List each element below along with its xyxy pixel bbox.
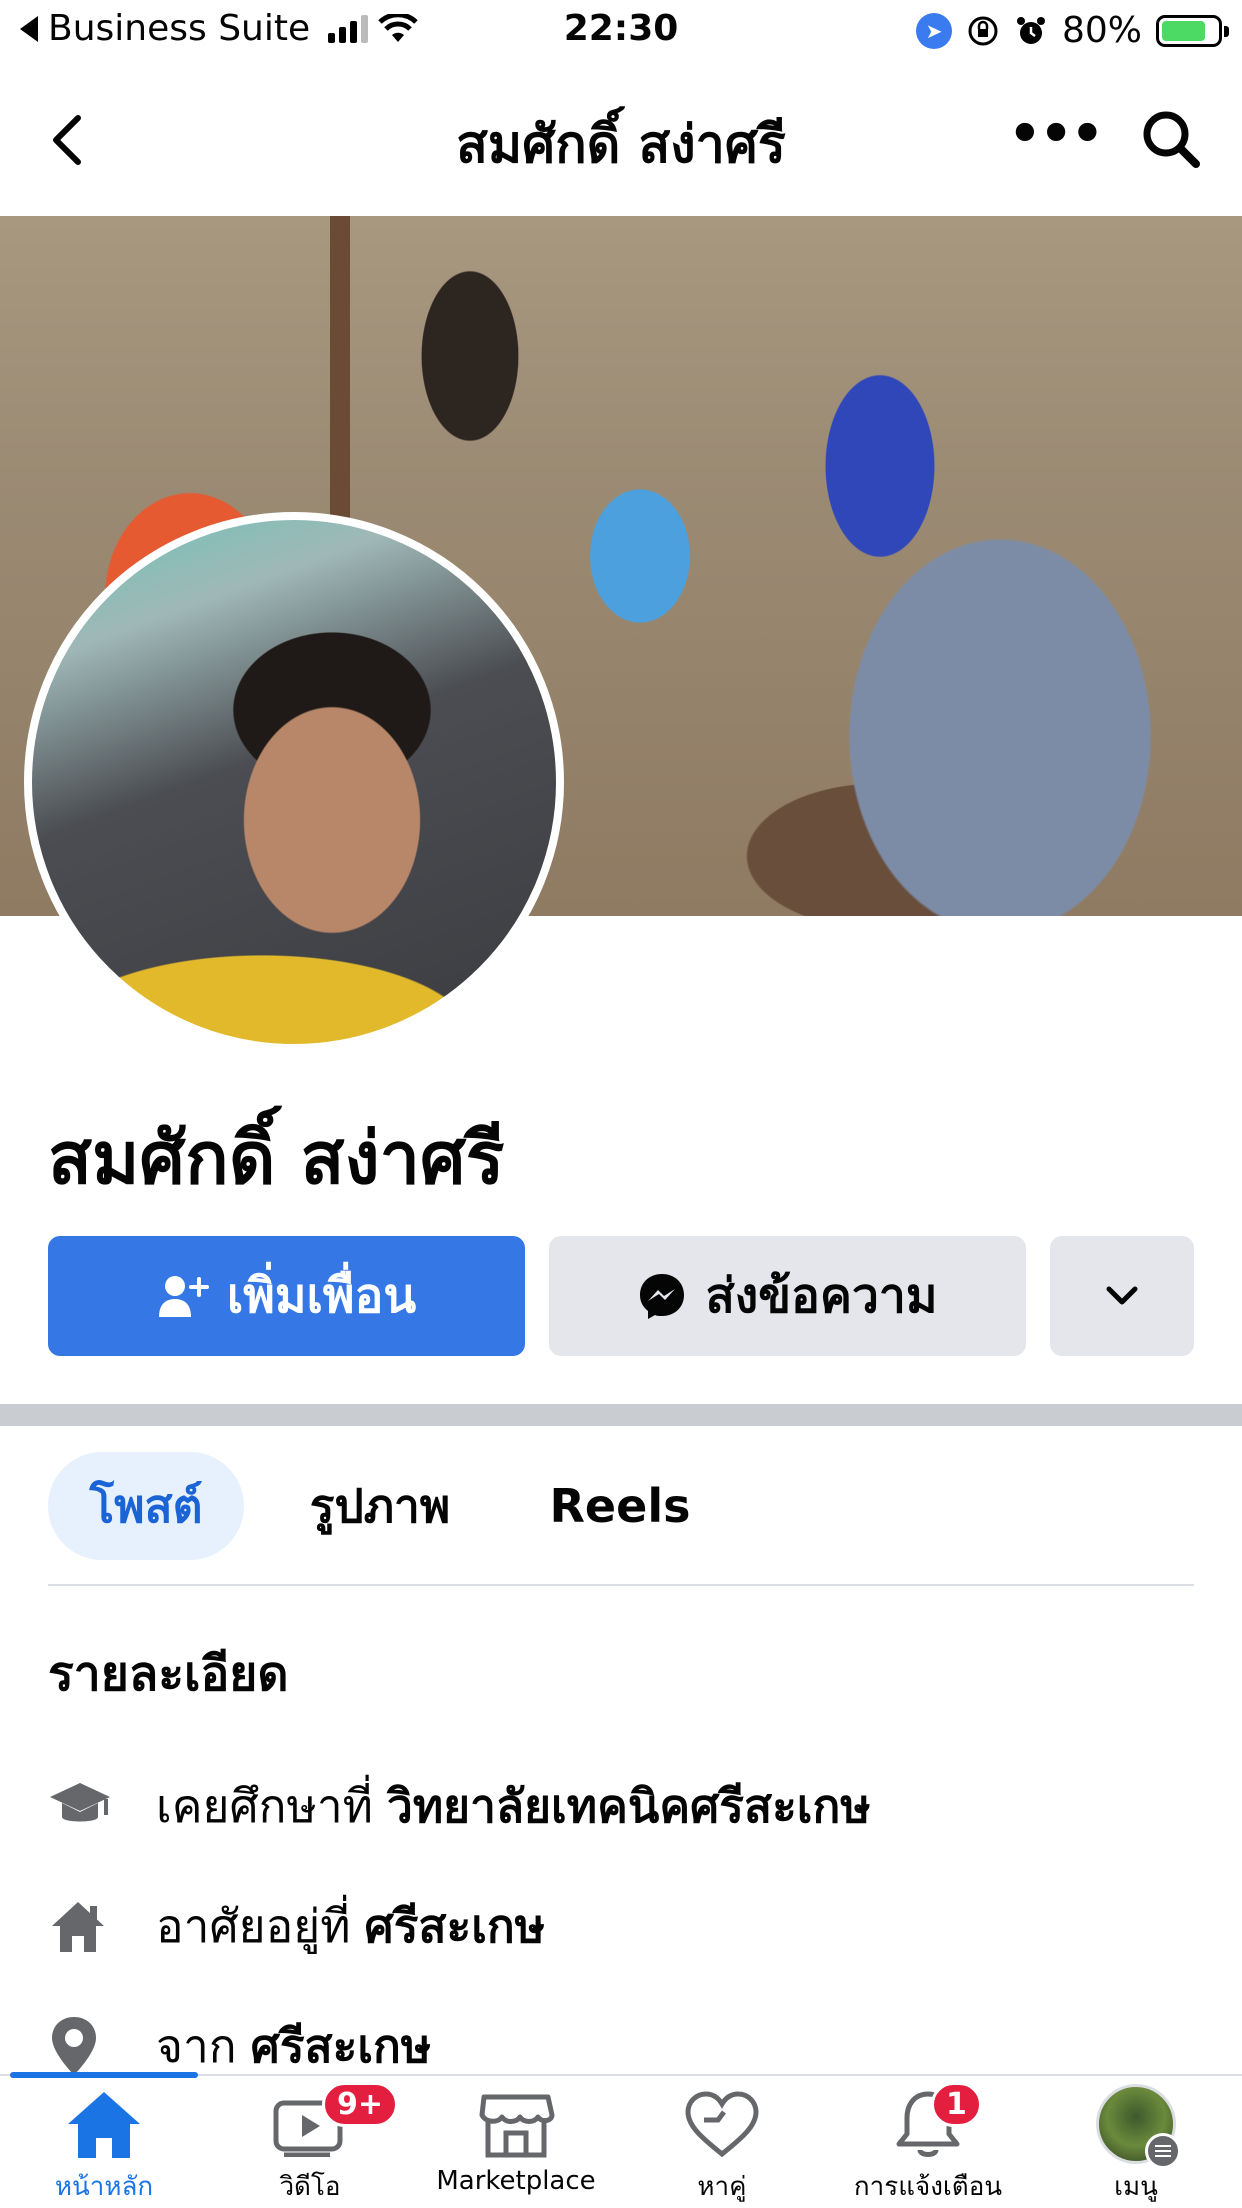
location-icon: ➤ [915,12,952,49]
active-tab-indicator [10,2072,198,2078]
lives-prefix: อาศัยอยู่ที่ [156,1898,351,1953]
tab-notifications-label: การแจ้งเตือน [853,2172,1003,2202]
tab-video[interactable]: 9+ วิดีโอ [210,2082,410,2208]
profile-picture[interactable] [24,512,564,1052]
tab-dating-label: หาคู่ [697,2172,747,2202]
tab-menu-label: เมนู [1114,2172,1158,2202]
notifications-badge: 1 [931,2082,982,2127]
graduation-cap-icon [48,1779,128,1833]
tab-dating[interactable]: หาคู่ [622,2084,822,2208]
nav-bar: สมศักดิ์ สง่าศรี ••• [0,80,1242,196]
add-friend-label: เพิ่มเพื่อน [226,1268,417,1324]
from-value[interactable]: ศรีสะเกษ [251,2010,432,2083]
heart-icon [685,2091,759,2158]
bottom-tab-bar: หน้าหลัก 9+ วิดีโอ Marketplace หาคู่ 1 ก… [0,2072,1242,2208]
tab-marketplace[interactable]: Marketplace [416,2084,616,2208]
marketplace-icon [479,2094,555,2158]
tab-home[interactable]: หน้าหลัก [4,2084,204,2208]
tab-photos[interactable]: รูปภาพ [290,1452,470,1560]
tab-posts[interactable]: โพสต์ [48,1452,244,1560]
battery-fill [1162,20,1206,41]
chevron-down-icon [1106,1286,1138,1305]
battery-icon [1156,14,1229,47]
tab-notifications[interactable]: 1 การแจ้งเตือน [828,2082,1028,2208]
battery-percent: 80% [1061,10,1142,51]
section-divider [0,1404,1242,1426]
detail-lives-in[interactable]: อาศัยอยู่ที่ ศรีสะเกษ [48,1886,1198,1966]
search-icon [1143,111,1200,168]
add-friend-icon [158,1276,209,1317]
rotation-lock-icon [968,16,998,45]
home-tab-icon [68,2092,140,2158]
tab-video-label: วิดีโอ [279,2172,341,2202]
add-friend-button[interactable]: เพิ่มเพื่อน [48,1236,525,1356]
education-prefix: เคยศึกษาที่ [156,1778,373,1833]
details-heading: รายละเอียด [48,1646,289,1702]
message-label: ส่งข้อความ [705,1268,938,1324]
tab-menu[interactable]: เมนู [1036,2084,1236,2208]
location-pin-icon [48,2015,128,2077]
tab-reels[interactable]: Reels [540,1452,700,1560]
search-button[interactable] [1140,108,1202,174]
more-options-button[interactable]: ••• [1008,104,1104,164]
profile-name: สมศักดิ์ สง่าศรี [48,1116,505,1200]
tab-marketplace-label: Marketplace [436,2166,596,2196]
menu-avatar [1096,2084,1181,2169]
video-badge: 9+ [322,2082,399,2127]
home-icon [48,1898,128,1954]
education-value[interactable]: วิทยาลัยเทคนิคศรีสะเกษ [387,1770,871,1843]
menu-lines-icon [1145,2133,1181,2169]
lives-value[interactable]: ศรีสะเกษ [365,1890,546,1963]
status-right: ➤ 80% [915,10,1229,51]
message-button[interactable]: ส่งข้อความ [549,1236,1026,1356]
tabs-divider [48,1584,1194,1586]
alarm-icon [1016,16,1045,44]
detail-education[interactable]: เคยศึกษาที่ วิทยาลัยเทคนิคศรีสะเกษ [48,1766,1198,1846]
messenger-icon [640,1274,685,1319]
more-actions-button[interactable] [1050,1236,1194,1356]
tab-home-label: หน้าหลัก [54,2172,154,2202]
status-bar: Business Suite 22:30 ➤ 80% [0,0,1242,64]
